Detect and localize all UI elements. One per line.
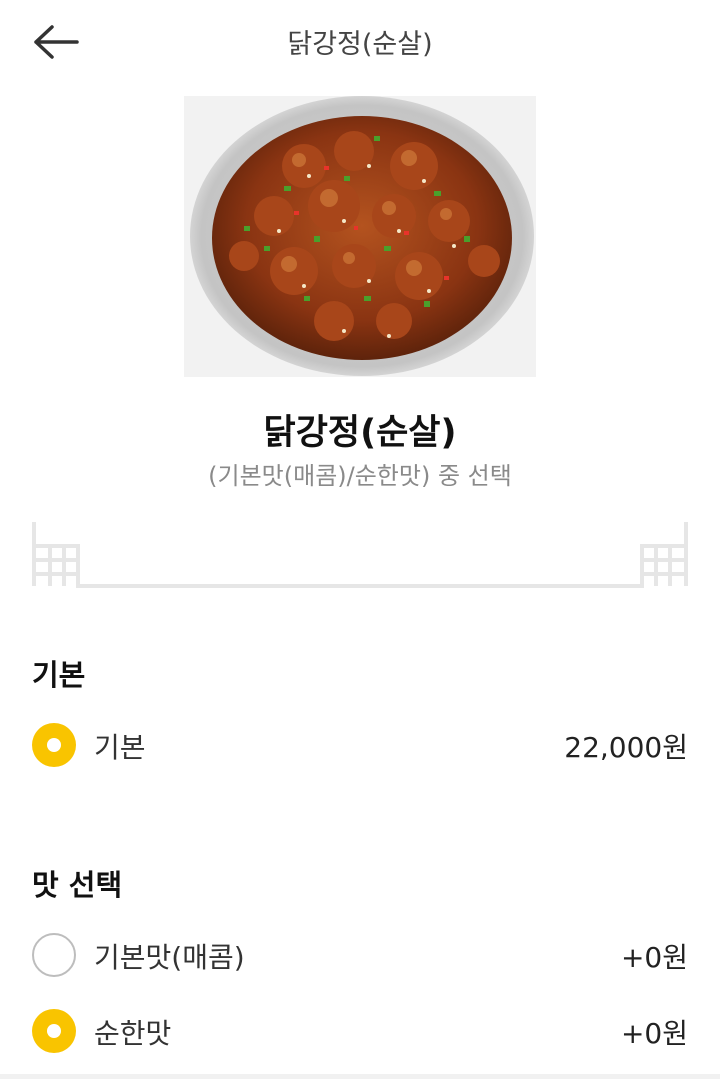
radio-selected-icon[interactable] <box>32 1009 76 1053</box>
section-title-flavor: 맛 선택 <box>32 868 123 902</box>
product-name: 닭강정(순살) <box>263 413 457 453</box>
option-basic[interactable]: 기본 22,000원 <box>32 720 688 770</box>
option-price: +0원 <box>620 1017 688 1050</box>
page-title: 닭강정(순살) <box>287 29 433 60</box>
decorative-divider <box>32 522 688 588</box>
bottom-divider <box>0 1074 720 1079</box>
header-bar: 닭강정(순살) <box>0 0 720 84</box>
radio-unselected-icon[interactable] <box>32 933 76 977</box>
option-label: 순한맛 <box>94 1017 172 1050</box>
option-flavor-mild[interactable]: 순한맛 +0원 <box>32 1006 688 1056</box>
product-photo <box>184 96 536 377</box>
option-label: 기본맛(매콤) <box>94 941 245 974</box>
radio-selected-icon[interactable] <box>32 723 76 767</box>
option-flavor-spicy[interactable]: 기본맛(매콤) +0원 <box>32 930 688 980</box>
option-price: 22,000원 <box>564 731 688 764</box>
option-label: 기본 <box>94 731 146 764</box>
option-price: +0원 <box>620 941 688 974</box>
section-title-basic: 기본 <box>32 658 86 692</box>
product-description: (기본맛(매콤)/순한맛) 중 선택 <box>208 462 512 490</box>
